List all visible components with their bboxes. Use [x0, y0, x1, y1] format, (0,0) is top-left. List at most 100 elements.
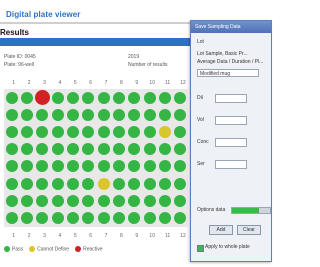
- well-C9[interactable]: [128, 126, 141, 138]
- well-B6[interactable]: [82, 108, 95, 121]
- well-H12[interactable]: [174, 212, 187, 224]
- well-F12[interactable]: [174, 177, 187, 190]
- well-C7[interactable]: [97, 126, 110, 138]
- well-G5[interactable]: [67, 194, 79, 207]
- well-A10[interactable]: [143, 91, 156, 104]
- well-D12[interactable]: [174, 143, 187, 156]
- well-A11[interactable]: [158, 91, 171, 104]
- well-C5[interactable]: [67, 126, 79, 138]
- well-H1[interactable]: [5, 212, 18, 224]
- well-E10[interactable]: [143, 160, 156, 173]
- well-H5[interactable]: [67, 212, 79, 224]
- well-E5[interactable]: [67, 160, 79, 173]
- well-B10[interactable]: [143, 108, 156, 121]
- well-F8[interactable]: [112, 177, 125, 190]
- well-B4[interactable]: [51, 108, 64, 121]
- well-A4[interactable]: [51, 91, 64, 104]
- well-F4[interactable]: [51, 177, 64, 190]
- well-B7[interactable]: [97, 108, 110, 121]
- well-A8[interactable]: [112, 91, 125, 104]
- well-D2[interactable]: [21, 143, 34, 156]
- well-B1[interactable]: [5, 108, 18, 121]
- well-F1[interactable]: [5, 177, 18, 190]
- well-A5[interactable]: [67, 91, 79, 104]
- well-G9[interactable]: [128, 194, 141, 207]
- well-D7[interactable]: [97, 143, 110, 156]
- vol-input[interactable]: [215, 116, 247, 125]
- well-F11[interactable]: [158, 177, 171, 190]
- well-D1[interactable]: [5, 143, 18, 156]
- well-G8[interactable]: [112, 194, 125, 207]
- well-B9[interactable]: [128, 108, 141, 121]
- well-F7[interactable]: [97, 177, 110, 190]
- ser-input[interactable]: [215, 160, 247, 169]
- well-G7[interactable]: [97, 194, 110, 207]
- well-F5[interactable]: [67, 177, 79, 190]
- well-B2[interactable]: [21, 108, 34, 121]
- well-C6[interactable]: [82, 126, 95, 138]
- well-H8[interactable]: [112, 212, 125, 224]
- well-E8[interactable]: [112, 160, 125, 173]
- well-D4[interactable]: [51, 143, 64, 156]
- well-D10[interactable]: [143, 143, 156, 156]
- apply-checkbox[interactable]: [197, 245, 204, 252]
- well-H3[interactable]: [36, 212, 49, 224]
- well-B12[interactable]: [174, 108, 187, 121]
- well-E12[interactable]: [174, 160, 187, 173]
- well-D3[interactable]: [36, 143, 49, 156]
- well-A2[interactable]: [21, 91, 34, 104]
- well-G2[interactable]: [21, 194, 34, 207]
- well-C11[interactable]: [158, 126, 171, 138]
- conc-input[interactable]: [215, 138, 247, 147]
- well-B11[interactable]: [158, 108, 171, 121]
- well-B5[interactable]: [67, 108, 79, 121]
- well-E7[interactable]: [97, 160, 110, 173]
- well-F10[interactable]: [143, 177, 156, 190]
- well-E2[interactable]: [21, 160, 34, 173]
- well-F3[interactable]: [36, 177, 49, 190]
- well-H2[interactable]: [21, 212, 34, 224]
- dil-input[interactable]: [215, 94, 247, 103]
- clear-button[interactable]: Clear: [237, 225, 261, 235]
- well-C1[interactable]: [5, 126, 18, 138]
- well-C10[interactable]: [143, 126, 156, 138]
- mug-select[interactable]: Modified mug: [197, 69, 259, 77]
- well-G10[interactable]: [143, 194, 156, 207]
- well-D6[interactable]: [82, 143, 95, 156]
- well-C8[interactable]: [112, 126, 125, 138]
- well-D5[interactable]: [67, 143, 79, 156]
- well-A3[interactable]: [34, 90, 50, 106]
- well-C2[interactable]: [21, 126, 34, 138]
- well-A7[interactable]: [97, 91, 110, 104]
- well-A9[interactable]: [128, 91, 141, 104]
- well-B3[interactable]: [36, 108, 49, 121]
- well-D9[interactable]: [128, 143, 141, 156]
- well-H6[interactable]: [82, 212, 95, 224]
- tab-results[interactable]: Results: [0, 28, 29, 37]
- well-E3[interactable]: [36, 160, 49, 173]
- well-H9[interactable]: [128, 212, 141, 224]
- add-button[interactable]: Add: [209, 225, 233, 235]
- well-C12[interactable]: [174, 126, 187, 138]
- well-F9[interactable]: [128, 177, 141, 190]
- well-H4[interactable]: [51, 212, 64, 224]
- well-H11[interactable]: [158, 212, 171, 224]
- well-A6[interactable]: [82, 91, 95, 104]
- well-G12[interactable]: [174, 194, 187, 207]
- well-E6[interactable]: [82, 160, 95, 173]
- well-A1[interactable]: [5, 91, 18, 104]
- well-E11[interactable]: [158, 160, 171, 173]
- well-E4[interactable]: [51, 160, 64, 173]
- well-C4[interactable]: [51, 126, 64, 138]
- well-E9[interactable]: [128, 160, 141, 173]
- well-G3[interactable]: [36, 194, 49, 207]
- well-F6[interactable]: [82, 177, 95, 190]
- well-G4[interactable]: [51, 194, 64, 207]
- well-E1[interactable]: [5, 160, 18, 173]
- well-C3[interactable]: [36, 126, 49, 138]
- well-B8[interactable]: [112, 108, 125, 121]
- well-G11[interactable]: [158, 194, 171, 207]
- well-H7[interactable]: [97, 212, 110, 224]
- well-H10[interactable]: [143, 212, 156, 224]
- well-D11[interactable]: [158, 143, 171, 156]
